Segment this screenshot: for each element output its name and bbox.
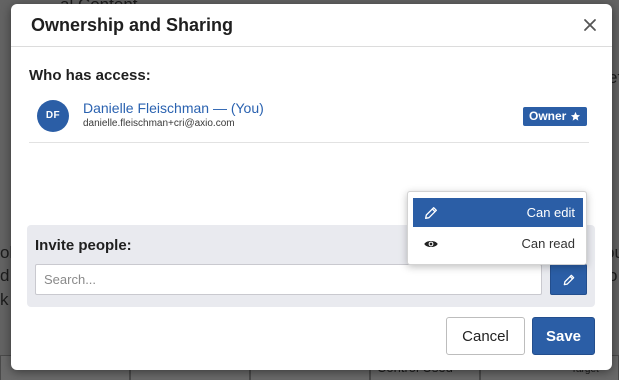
invite-people-heading: Invite people:: [35, 237, 132, 254]
dialog-title: Ownership and Sharing: [31, 15, 234, 35]
cancel-button[interactable]: Cancel: [446, 317, 525, 355]
permission-option-can-edit[interactable]: Can edit: [413, 198, 583, 227]
background-text: k: [0, 290, 9, 309]
ownership-sharing-dialog: Ownership and Sharing Who has access: DF…: [11, 4, 612, 370]
permission-dropdown: Can edit Can read: [407, 191, 587, 265]
option-label: Can read: [521, 236, 575, 251]
pencil-icon: [425, 207, 437, 219]
star-icon: [571, 111, 581, 121]
eye-icon: [424, 241, 438, 247]
search-input[interactable]: [35, 264, 542, 295]
pencil-icon: [563, 274, 574, 285]
dialog-header: Ownership and Sharing: [11, 4, 612, 47]
permission-option-can-read[interactable]: Can read: [413, 229, 583, 258]
permission-toggle-button[interactable]: [550, 264, 587, 295]
who-has-access-heading: Who has access:: [29, 67, 151, 84]
role-label: Owner: [529, 109, 567, 123]
option-label: Can edit: [526, 205, 575, 220]
avatar: DF: [37, 100, 69, 132]
close-icon[interactable]: [581, 16, 599, 34]
user-name[interactable]: Danielle Fleischman — (You): [83, 100, 264, 116]
user-email: danielle.fleischman+cri@axio.com: [83, 118, 235, 129]
owner-badge: Owner: [523, 107, 588, 126]
save-button[interactable]: Save: [532, 317, 595, 355]
access-list-item: DF Danielle Fleischman — (You) danielle.…: [29, 97, 589, 143]
